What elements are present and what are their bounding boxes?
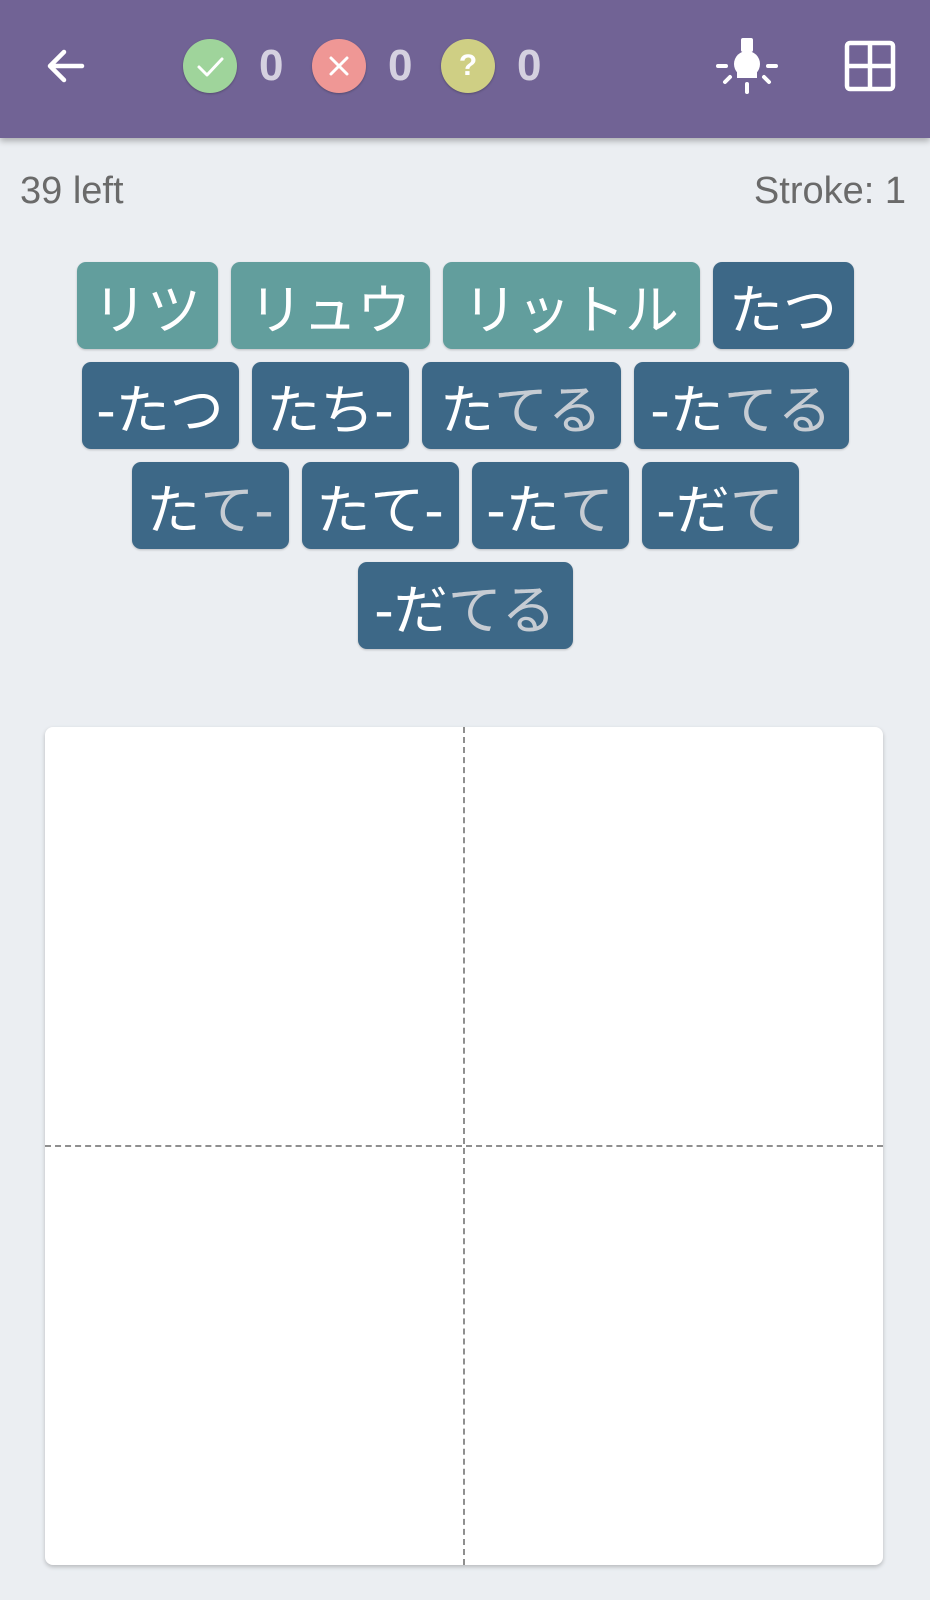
arrow-left-icon [47,49,85,83]
horizontal-guide-line [45,1145,883,1147]
lightbulb-icon [716,38,778,94]
grid-icon [844,40,896,92]
stroke-count: Stroke: 1 [753,170,906,212]
hint-button[interactable] [712,34,782,98]
app-bar: 0 0 ? 0 [0,0,930,138]
wrong-count: 0 [388,41,413,90]
back-button[interactable] [36,36,96,96]
check-icon [183,39,237,93]
kun-reading-chip[interactable]: -たつ [81,362,239,449]
on-reading-chip[interactable]: リツ [76,262,218,349]
unknown-score: ? 0 [441,38,541,94]
kun-reading-chip[interactable]: -だ てる [357,562,573,649]
wrong-score: 0 [312,38,412,94]
status-bar: 39 left Stroke: 1 [0,170,930,220]
correct-score: 0 [183,38,283,94]
kun-reading-chip[interactable]: たて- [301,462,459,549]
readings-row: -だ てる [357,562,573,649]
readings-row: -たつ たち- たてる -た てる [81,362,849,449]
kun-reading-chip[interactable]: たち- [251,362,409,449]
question-icon: ? [441,39,495,93]
on-reading-chip[interactable]: リュウ [230,262,430,349]
kun-reading-chip[interactable]: たてる [421,362,621,449]
kun-reading-chip[interactable]: たて- [131,462,289,549]
readings-row: たて- たて- -たて -だて [131,462,799,549]
kun-reading-chip[interactable]: たつ [712,262,854,349]
grid-button[interactable] [840,36,900,96]
drawing-canvas[interactable] [45,727,883,1565]
kun-reading-chip[interactable]: -た てる [633,362,849,449]
unknown-count: 0 [517,41,542,90]
on-reading-chip[interactable]: リットル [442,262,700,349]
remaining-count: 39 left [20,170,124,212]
cross-icon [312,39,366,93]
readings-row: リツ リュウ リットル たつ [76,262,854,349]
kun-reading-chip[interactable]: -たて [471,462,629,549]
correct-count: 0 [259,41,284,90]
readings-list: リツ リュウ リットル たつ -たつ たち- たてる -た てる たて- たて- … [0,262,930,662]
kun-reading-chip[interactable]: -だて [641,462,799,549]
